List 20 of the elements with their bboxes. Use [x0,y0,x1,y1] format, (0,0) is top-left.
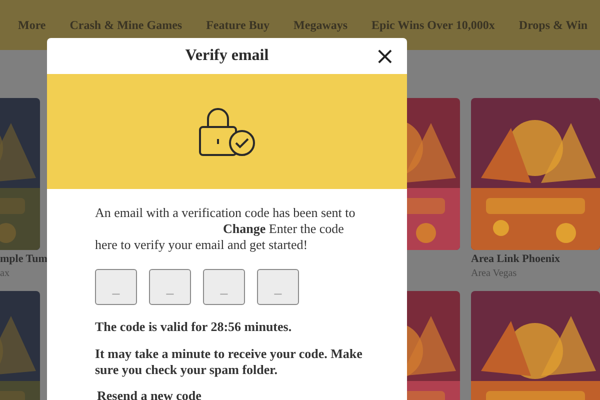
code-digit-field[interactable]: _ [149,269,191,305]
close-button[interactable]: × [374,46,395,66]
category-link[interactable]: Feature Buy [206,18,270,32]
sent-message: An email with a verification code has been sent to Change Enter the code here to verify your email and get started! [95,205,356,253]
game-title: mple Tum [0,253,48,265]
category-link[interactable]: Crash & Mine Games [70,18,182,32]
code-digit-field[interactable]: _ [203,269,245,305]
validity-text: The code is valid for 28:56 minutes. [95,319,292,335]
change-link[interactable]: Change [223,221,266,236]
code-digit-field[interactable]: _ [257,269,299,305]
category-link[interactable]: Epic Wins Over 10,000x [372,18,495,32]
category-link[interactable]: More [18,18,46,32]
resend-button[interactable]: Resend a new code [95,388,204,400]
spam-note: It may take a minute to receive your code. Make sure you check your spam folder. [95,346,364,378]
category-link[interactable]: Drops & Win [518,18,588,32]
lock-check-icon [198,106,256,156]
category-link[interactable]: Megaways [294,18,348,32]
dialog-title: Verify email [185,47,269,65]
code-digit-field[interactable]: _ [95,269,137,305]
game-title: Area Link Phoenix [471,253,560,265]
